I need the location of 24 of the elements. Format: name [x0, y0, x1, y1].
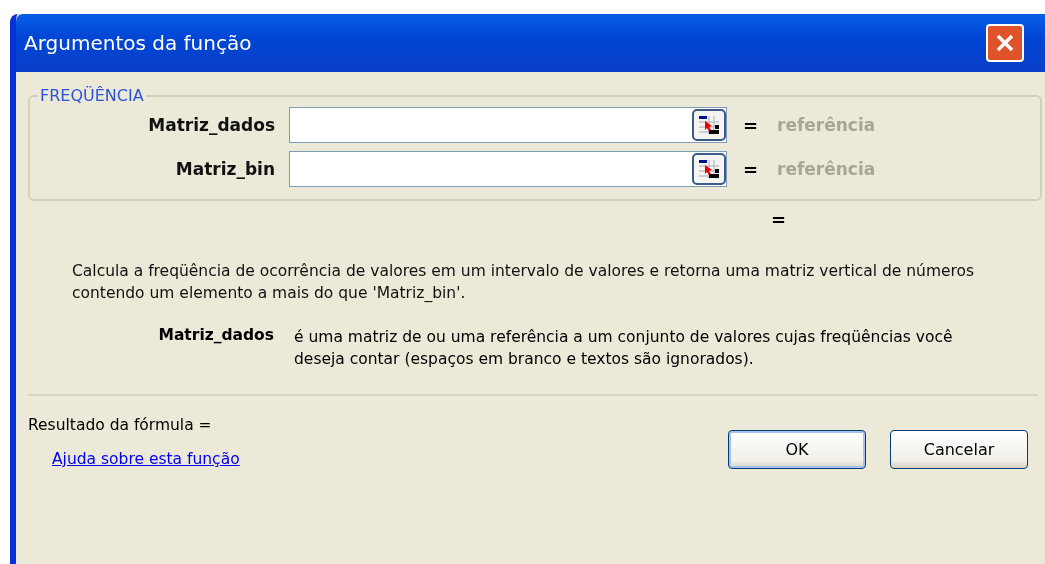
argument-help-text: é uma matriz de ou uma referência a um conjunto de valores cujas freqüências você deseja contar (espaços em branco e textos são ignorados).: [294, 327, 954, 370]
equals-sign: =: [771, 209, 785, 230]
equals-sign: =: [743, 114, 757, 136]
range-select-button[interactable]: [692, 153, 726, 185]
argument-hint: referência: [777, 115, 876, 135]
argument-label: Matriz_bin: [174, 159, 276, 179]
range-select-icon: [697, 114, 721, 136]
ok-button[interactable]: OK: [728, 430, 866, 469]
equals-sign: =: [743, 158, 757, 180]
formula-result: Resultado da fórmula =: [28, 416, 213, 434]
window-title: Argumentos da função: [24, 31, 252, 55]
cancel-button[interactable]: Cancelar: [890, 430, 1028, 469]
range-select-icon: [697, 158, 721, 180]
close-button[interactable]: [986, 24, 1024, 62]
close-icon: [995, 33, 1015, 53]
help-link[interactable]: Ajuda sobre esta função: [52, 450, 240, 468]
range-select-button[interactable]: [692, 109, 726, 141]
argument-field[interactable]: [289, 151, 727, 187]
function-description: Calcula a freqüência de ocorrência de valores em um intervalo de valores e retorna uma matriz vertical de números contendo um elemento a mais do que 'Matriz_bin'.: [72, 261, 976, 304]
argument-hint: referência: [777, 159, 876, 179]
argument-label: Matriz_dados: [147, 115, 276, 135]
argument-field[interactable]: [289, 107, 727, 143]
group-legend: FREQÜÊNCIA: [38, 86, 146, 105]
argument-help-label: Matriz_dados: [157, 326, 275, 346]
